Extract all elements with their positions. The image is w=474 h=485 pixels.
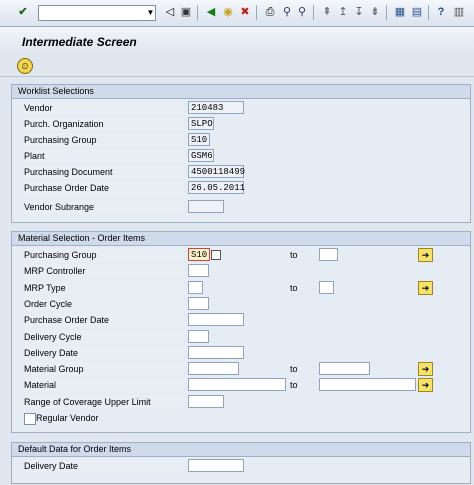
exit-icon[interactable]: ◉ [221,5,235,19]
toolbar-separator [386,5,387,20]
cancel-icon[interactable]: ✖ [238,5,252,19]
multiple-selection-icon[interactable]: ➔ [418,362,433,376]
delivery-date-default-field[interactable] [188,459,244,472]
delivery-cycle-field[interactable] [188,330,209,343]
purchase-order-date-label: Purchase Order Date [24,181,184,195]
delivery-date-m-label: Delivery Date [24,346,184,360]
material-group-to-field[interactable] [319,362,370,375]
material-from-field[interactable] [188,378,286,391]
toolbar-separator [313,5,314,20]
purchasing-group-field[interactable]: S10 [188,133,210,146]
check-icon[interactable]: ✔ [16,5,30,19]
to-label: to [290,380,298,390]
multiple-selection-icon[interactable]: ➔ [418,378,433,392]
application-toolbar [0,55,474,77]
purchasing-document-label: Purchasing Document [24,165,184,179]
shortcut-icon[interactable]: ▤ [410,5,424,19]
plant-field[interactable]: GSM6 [188,149,214,162]
material-group-label: Material Group [24,362,184,376]
mrp-type-label: MRP Type [24,281,184,295]
back-green-icon[interactable]: ◀ [204,5,218,19]
purchase-order-date-field[interactable]: 26.05.2011 [188,181,245,194]
material-to-field[interactable] [319,378,416,391]
material-label: Material [24,378,184,392]
vendor-subrange-field[interactable] [188,200,224,213]
purchasing-group-to-field[interactable] [319,248,338,261]
material-selection-header: Material Selection - Order Items [12,232,470,246]
to-label: to [290,364,298,374]
order-cycle-field[interactable] [188,297,209,310]
print-icon[interactable]: ⎙ [263,5,277,19]
to-label: to [290,283,298,293]
mrp-controller-label: MRP Controller [24,264,184,278]
page-title: Intermediate Screen [22,35,137,49]
execute-icon[interactable]: ⏲ [17,58,33,74]
regular-vendor-label: Regular Vendor [36,413,99,423]
purchasing-group-label: Purchasing Group [24,133,184,147]
mrp-type-to-field[interactable] [319,281,334,294]
range-of-coverage-label: Range of Coverage Upper Limit [24,395,184,409]
material-group-from-field[interactable] [188,362,239,375]
worklist-selections-header: Worklist Selections [12,85,470,99]
toolbar-separator [256,5,257,20]
to-label: to [290,250,298,260]
multiple-selection-icon[interactable]: ➔ [418,248,433,262]
first-page-icon[interactable]: ⇞ [320,5,334,19]
save-icon[interactable]: ▣ [179,5,193,19]
plant-label: Plant [24,149,184,163]
purch-organization-label: Purch. Organization [24,117,184,131]
last-page-icon[interactable]: ⇟ [368,5,382,19]
toolbar-separator [197,5,198,20]
vendor-field[interactable]: 210483 [188,101,244,114]
purchase-order-date-m-label: Purchase Order Date [24,313,184,327]
vendor-subrange-label: Vendor Subrange [24,200,184,214]
customize-icon[interactable]: ▥ [452,5,466,19]
find-next-icon[interactable]: ⚲ [295,5,309,19]
delivery-date-default-label: Delivery Date [24,459,184,473]
mrp-controller-field[interactable] [188,264,209,277]
create-session-icon[interactable]: ▦ [393,5,407,19]
toolbar-separator [428,5,429,20]
delivery-date-m-field[interactable] [188,346,244,359]
mrp-type-from-field[interactable] [188,281,203,294]
purch-organization-field[interactable]: SLPO [188,117,214,130]
previous-page-icon[interactable]: ↥ [336,5,350,19]
purchase-order-date-m-field[interactable] [188,313,244,326]
purchasing-document-field[interactable]: 4500118499 [188,165,245,178]
regular-vendor-checkbox[interactable] [24,413,36,425]
range-of-coverage-field[interactable] [188,395,224,408]
command-field[interactable] [38,5,156,21]
delivery-cycle-label: Delivery Cycle [24,330,184,344]
value-help-icon[interactable] [211,250,221,260]
purchasing-group-from-label: Purchasing Group [24,248,184,262]
next-page-icon[interactable]: ↧ [352,5,366,19]
order-cycle-label: Order Cycle [24,297,184,311]
vendor-label: Vendor [24,101,184,115]
back-icon[interactable]: ◁ [163,5,177,19]
dropdown-icon[interactable]: ▼ [145,5,156,21]
multiple-selection-icon[interactable]: ➔ [418,281,433,295]
find-icon[interactable]: ⚲ [280,5,294,19]
default-data-header: Default Data for Order Items [12,443,470,457]
help-icon[interactable]: ? [434,5,448,19]
purchasing-group-from-field[interactable]: S10 [188,248,210,261]
